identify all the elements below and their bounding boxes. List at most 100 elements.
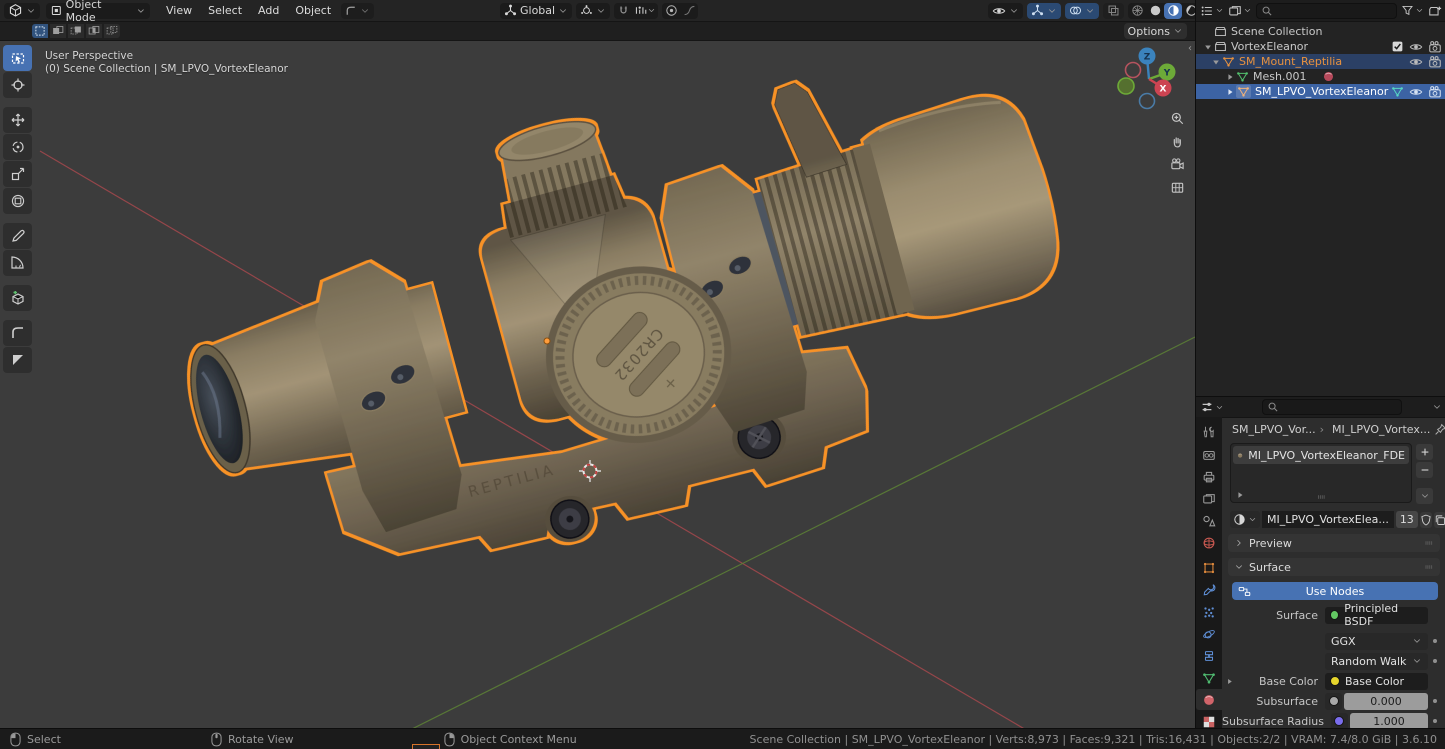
tool-move[interactable] (3, 107, 32, 133)
snap-toggle[interactable] (614, 3, 632, 19)
remove-material-slot-button[interactable] (1416, 462, 1433, 478)
camera-icon[interactable] (1428, 40, 1442, 54)
tab-tool[interactable] (1196, 421, 1222, 442)
tool-extra-1[interactable] (3, 320, 32, 346)
outliner-row-mesh-001[interactable]: Mesh.001 (1196, 69, 1445, 84)
properties-editor-type-button[interactable] (1200, 400, 1224, 414)
base-color-expand[interactable] (1222, 677, 1236, 686)
outliner-row-vortexeleanor[interactable]: VortexEleanor (1196, 39, 1445, 54)
proportional-falloff-dropdown[interactable] (680, 3, 698, 19)
gizmo-neg-y-ball[interactable] (1118, 78, 1134, 94)
select-mode-new-button[interactable] (32, 24, 48, 38)
material-slot-specials-button[interactable] (1416, 488, 1433, 504)
material-slot-list[interactable]: MI_LPVO_VortexEleanor_FDE (1230, 443, 1412, 503)
subsurface-socket-button[interactable] (1325, 693, 1342, 710)
tool-rotate[interactable] (3, 134, 32, 160)
menu-view[interactable]: View (158, 3, 200, 19)
editor-type-button[interactable] (4, 3, 40, 19)
surface-panel-header[interactable]: Surface (1228, 558, 1440, 576)
base-color-field[interactable]: Base Color (1325, 673, 1428, 690)
new-material-button[interactable] (1434, 512, 1445, 528)
tool-add-cube[interactable] (3, 285, 32, 311)
transform-dropdown[interactable] (341, 3, 374, 19)
perspective-toggle-button[interactable] (1165, 176, 1189, 198)
scope-model[interactable]: REPTILIA (147, 41, 1103, 628)
material-name-field[interactable]: MI_LPVO_VortexElea... (1262, 511, 1394, 528)
tab-world[interactable] (1196, 532, 1222, 553)
disclosure-triangle[interactable] (1210, 57, 1222, 67)
tool-scale[interactable] (3, 161, 32, 187)
transform-orientation-dropdown[interactable]: Global (500, 3, 572, 19)
subsurface-radius-socket-button[interactable] (1331, 713, 1348, 730)
pin-id-button[interactable] (1434, 423, 1445, 436)
zoom-view-button[interactable] (1165, 107, 1189, 129)
subsurface-radius-slider[interactable]: 1.000 (1350, 713, 1428, 730)
tab-scene[interactable] (1196, 510, 1222, 531)
checkbox-icon[interactable] (1391, 40, 1404, 53)
xray-toggle[interactable] (1103, 3, 1124, 19)
navigation-gizmo[interactable]: Z Y X (1115, 43, 1183, 113)
proportional-edit-toggle[interactable] (662, 3, 680, 19)
tab-view-layer[interactable] (1196, 488, 1222, 509)
outliner-editor-type-button[interactable] (1200, 4, 1224, 18)
gizmos-toggle-dropdown[interactable] (1027, 3, 1061, 19)
menu-object[interactable]: Object (287, 3, 339, 19)
sidebar-toggle-arrow[interactable]: ‹ (1188, 43, 1192, 54)
outliner-search-input[interactable] (1256, 3, 1397, 19)
add-material-slot-button[interactable] (1416, 444, 1433, 460)
options-dropdown[interactable]: Options (1124, 23, 1187, 39)
select-mode-intersect-button[interactable] (104, 24, 120, 38)
surface-shader-field[interactable]: Principled BSDF (1325, 607, 1428, 624)
mode-dropdown[interactable]: Object Mode (46, 3, 150, 19)
tab-material[interactable] (1196, 689, 1222, 710)
select-mode-subtract-button[interactable] (68, 24, 84, 38)
slot-list-resize-grip[interactable] (1314, 492, 1328, 502)
eye-icon[interactable] (1409, 40, 1423, 54)
tool-annotate[interactable] (3, 223, 32, 249)
pan-view-button[interactable] (1165, 130, 1189, 152)
tab-output[interactable] (1196, 466, 1222, 487)
tool-select-box[interactable] (3, 45, 32, 71)
show-object-types-dropdown[interactable] (988, 3, 1023, 19)
disclosure-triangle[interactable] (1224, 87, 1236, 97)
tool-cursor[interactable] (3, 72, 32, 98)
preview-panel-header[interactable]: Preview (1228, 534, 1440, 552)
tab-render[interactable] (1196, 444, 1222, 465)
outliner-row-sm-mount-reptilia[interactable]: SM_Mount_Reptilia (1196, 54, 1445, 69)
tab-object-data[interactable] (1196, 667, 1222, 688)
select-mode-extend-button[interactable] (50, 24, 66, 38)
outliner-row-scene-collection[interactable]: Scene Collection (1196, 24, 1445, 39)
tab-physics[interactable] (1196, 623, 1222, 644)
shading-wireframe-button[interactable] (1128, 3, 1146, 19)
tool-extra-2[interactable] (3, 347, 32, 373)
camera-icon[interactable] (1428, 85, 1442, 99)
disclosure-triangle[interactable] (1224, 72, 1236, 82)
outliner-row-sm-lpvo-vortexeleanor[interactable]: SM_LPVO_VortexEleanor (1196, 84, 1445, 99)
breadcrumb-object[interactable]: SM_LPVO_Vor... (1232, 423, 1316, 436)
breadcrumb-material[interactable]: MI_LPVO_Vortex... (1332, 423, 1430, 436)
tab-modifiers[interactable] (1196, 579, 1222, 600)
eye-icon[interactable] (1409, 85, 1423, 99)
material-slot-item[interactable]: MI_LPVO_VortexEleanor_FDE (1233, 446, 1409, 464)
tab-object[interactable] (1196, 557, 1222, 578)
tool-transform[interactable] (3, 188, 32, 214)
properties-options-dropdown[interactable] (1432, 402, 1442, 412)
subsurface-slider[interactable]: 0.000 (1344, 693, 1428, 710)
properties-search-input[interactable] (1262, 399, 1402, 415)
menu-add[interactable]: Add (250, 3, 287, 19)
subsurface-method-dropdown[interactable]: Random Walk (1325, 653, 1428, 670)
tool-measure[interactable] (3, 250, 32, 276)
outliner-display-mode-dropdown[interactable] (1228, 4, 1252, 18)
new-collection-button[interactable] (1428, 4, 1442, 18)
overlays-toggle-dropdown[interactable] (1065, 3, 1099, 19)
slot-list-expand[interactable] (1235, 490, 1245, 500)
eye-icon[interactable] (1409, 55, 1423, 69)
gizmo-neg-z-ball[interactable] (1140, 94, 1155, 109)
disclosure-triangle[interactable] (1202, 42, 1214, 52)
menu-select[interactable]: Select (200, 3, 250, 19)
camera-view-button[interactable] (1165, 153, 1189, 175)
gizmo-neg-x-ball[interactable] (1126, 63, 1141, 78)
select-mode-invert-button[interactable] (86, 24, 102, 38)
shading-solid-button[interactable] (1146, 3, 1164, 19)
pivot-point-dropdown[interactable] (576, 3, 610, 19)
